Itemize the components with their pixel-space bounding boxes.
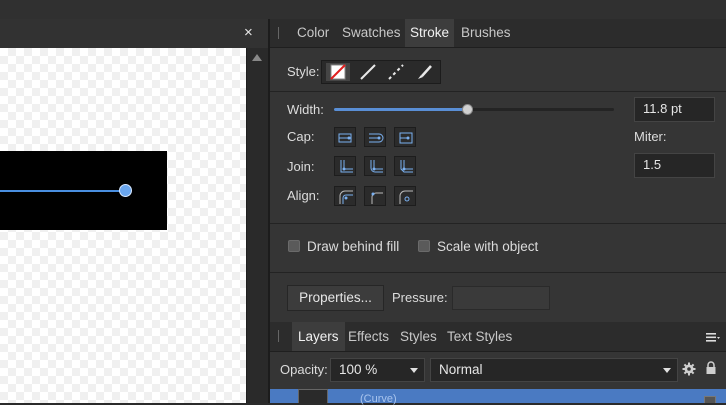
style-label: Style: bbox=[287, 64, 320, 79]
stroke-panel-tabs: Color Swatches Stroke Brushes bbox=[270, 19, 726, 48]
opacity-value: 100 % bbox=[339, 362, 378, 377]
tab-stroke[interactable]: Stroke bbox=[405, 19, 455, 47]
dashed-line-icon[interactable] bbox=[384, 63, 408, 81]
layer-thumbnail bbox=[298, 389, 328, 403]
solid-line-icon[interactable] bbox=[356, 63, 380, 81]
round-cap-icon[interactable] bbox=[364, 127, 386, 147]
close-document-icon[interactable]: × bbox=[244, 25, 253, 40]
join-label: Join: bbox=[287, 159, 315, 174]
draw-behind-fill-label: Draw behind fill bbox=[307, 239, 400, 254]
scale-with-object-checkbox[interactable] bbox=[418, 240, 430, 252]
no-stroke-icon[interactable] bbox=[326, 63, 350, 81]
width-label: Width: bbox=[287, 102, 324, 117]
miter-label: Miter: bbox=[634, 129, 667, 144]
panel-grip-icon[interactable] bbox=[278, 330, 279, 342]
opacity-dropdown[interactable]: 100 % bbox=[330, 358, 425, 382]
selected-curve[interactable] bbox=[0, 190, 125, 192]
hamburger-menu-icon[interactable] bbox=[706, 331, 720, 342]
blend-mode-value: Normal bbox=[439, 362, 483, 377]
tab-brushes[interactable]: Brushes bbox=[456, 19, 516, 47]
cap-label: Cap: bbox=[287, 129, 315, 144]
miter-join-icon[interactable] bbox=[334, 156, 356, 176]
scale-with-object-label: Scale with object bbox=[437, 239, 539, 254]
chevron-down-icon bbox=[663, 368, 671, 373]
stroke-panel: Color Swatches Stroke Brushes Style: Wid… bbox=[270, 19, 726, 405]
width-slider[interactable] bbox=[334, 104, 614, 115]
blend-mode-dropdown[interactable]: Normal bbox=[430, 358, 678, 382]
chevron-down-icon bbox=[410, 368, 418, 373]
panel-grip-icon[interactable] bbox=[278, 27, 279, 39]
app-top-bar bbox=[0, 0, 726, 19]
align-inside-icon[interactable] bbox=[334, 186, 356, 206]
opacity-label: Opacity: bbox=[280, 362, 328, 377]
lock-icon[interactable] bbox=[705, 361, 717, 375]
square-cap-icon[interactable] bbox=[394, 127, 416, 147]
align-label: Align: bbox=[287, 188, 320, 203]
round-join-icon[interactable] bbox=[364, 156, 386, 176]
butt-cap-icon[interactable] bbox=[334, 127, 356, 147]
canvas[interactable] bbox=[0, 48, 246, 403]
tab-color[interactable]: Color bbox=[292, 19, 334, 47]
gear-icon[interactable] bbox=[682, 362, 696, 376]
scroll-up-arrow-icon[interactable] bbox=[252, 54, 262, 61]
tab-effects[interactable]: Effects bbox=[344, 322, 393, 351]
properties-button[interactable]: Properties... bbox=[287, 285, 384, 311]
align-outside-icon[interactable] bbox=[394, 186, 416, 206]
draw-behind-fill-checkbox[interactable] bbox=[288, 240, 300, 252]
curve-end-node-handle[interactable] bbox=[119, 184, 132, 197]
layer-visibility-checkbox[interactable] bbox=[704, 396, 716, 403]
divider bbox=[270, 272, 726, 273]
tab-layers[interactable]: Layers bbox=[292, 322, 345, 351]
pressure-label: Pressure: bbox=[392, 290, 448, 305]
style-selector bbox=[321, 60, 441, 84]
bevel-join-icon[interactable] bbox=[394, 156, 416, 176]
tab-text-styles[interactable]: Text Styles bbox=[443, 322, 516, 351]
width-slider-knob[interactable] bbox=[462, 104, 473, 115]
brush-stroke-icon[interactable] bbox=[412, 63, 436, 81]
canvas-vertical-scrollbar[interactable] bbox=[246, 48, 269, 403]
divider bbox=[270, 91, 726, 92]
width-slider-fill bbox=[334, 108, 467, 111]
layer-name[interactable]: (Curve) bbox=[360, 393, 397, 405]
width-field[interactable]: 11.8 pt bbox=[634, 97, 715, 122]
pressure-curve-field[interactable] bbox=[452, 286, 550, 310]
tab-swatches[interactable]: Swatches bbox=[338, 19, 405, 47]
layer-row-selected[interactable] bbox=[270, 389, 726, 403]
divider bbox=[270, 223, 726, 224]
tab-styles[interactable]: Styles bbox=[396, 322, 441, 351]
layers-panel-tabs: Layers Effects Styles Text Styles bbox=[270, 322, 726, 352]
align-center-icon[interactable] bbox=[364, 186, 386, 206]
miter-field[interactable]: 1.5 bbox=[634, 153, 715, 178]
document-tab-bar: × bbox=[0, 19, 268, 49]
